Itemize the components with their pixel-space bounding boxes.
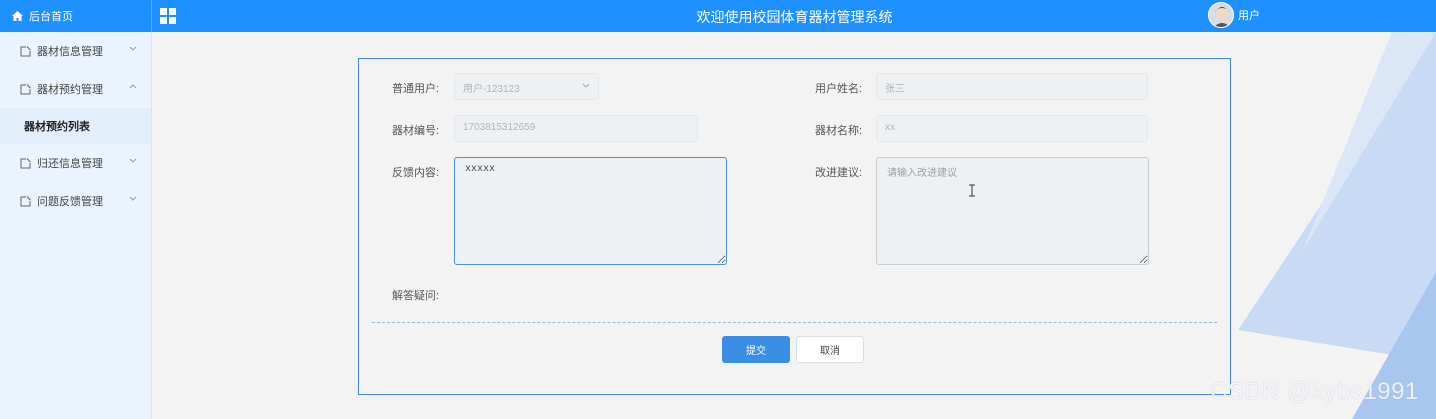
grid-menu-icon[interactable]	[160, 8, 176, 24]
edit-icon	[20, 83, 31, 94]
avatar[interactable]	[1208, 2, 1234, 28]
edit-icon	[20, 45, 31, 56]
sidebar-item-label: 器材信息管理	[37, 46, 103, 58]
user-menu[interactable]: 用户	[1208, 2, 1260, 28]
user-label: 用户	[1238, 10, 1260, 22]
user-select[interactable]: 用户-123123	[454, 73, 599, 100]
edit-icon	[20, 157, 31, 168]
sidebar-item-label: 问题反馈管理	[37, 196, 103, 208]
sidebar-item-reservation-list[interactable]: 器材预约列表	[0, 108, 151, 144]
sidebar-item-reservation[interactable]: 器材预约管理	[0, 70, 151, 108]
name-field-value: 张三	[885, 84, 905, 95]
sidebar-item-label: 器材预约管理	[37, 84, 103, 96]
equip-name-field[interactable]: xx	[876, 115, 1148, 142]
submit-button[interactable]: 提交	[722, 336, 790, 363]
background-decoration	[1238, 32, 1436, 419]
sidebar-item-label: 器材预约列表	[24, 121, 90, 133]
code-field[interactable]: 1703815312659	[454, 115, 698, 142]
brand-label: 后台首页	[29, 11, 73, 23]
suggest-field-label: 改进建议:	[815, 167, 863, 179]
home-icon	[12, 11, 23, 21]
user-select-value: 用户-123123	[463, 84, 520, 95]
answer-field-label: 解答疑问:	[392, 290, 440, 302]
watermark: CSDN @kybs1991	[1210, 378, 1419, 405]
sidebar-item-label: 归还信息管理	[37, 158, 103, 170]
cancel-button[interactable]: 取消	[796, 336, 864, 363]
name-field[interactable]: 张三	[876, 73, 1148, 100]
sidebar-item-equipment-info[interactable]: 器材信息管理	[0, 32, 151, 70]
form-divider	[372, 322, 1217, 323]
suggestion-textarea[interactable]	[876, 157, 1149, 265]
equip-field-label: 器材名称:	[815, 125, 863, 137]
name-field-label: 用户姓名:	[815, 83, 863, 95]
home-link[interactable]: 后台首页	[0, 0, 152, 32]
feedback-field-label: 反馈内容:	[392, 167, 440, 179]
feedback-form: 普通用户: 用户-123123 用户姓名: 张三 器材编号: 170381531…	[358, 58, 1231, 395]
code-field-label: 器材编号:	[392, 125, 440, 137]
edit-icon	[20, 195, 31, 206]
code-field-value: 1703815312659	[463, 122, 536, 133]
user-field-label: 普通用户:	[392, 83, 440, 95]
sidebar-item-return-info[interactable]: 归还信息管理	[0, 144, 151, 182]
sidebar: 器材信息管理 器材预约管理 器材预约列表 归还信息管理 问题反馈管理	[0, 32, 152, 419]
feedback-textarea[interactable]: xxxxx	[454, 157, 727, 265]
sidebar-item-feedback[interactable]: 问题反馈管理	[0, 182, 151, 220]
chevron-down-icon	[129, 46, 137, 51]
equip-name-value: xx	[885, 122, 895, 133]
text-cursor-icon	[969, 184, 975, 197]
chevron-down-icon	[582, 83, 590, 88]
chevron-down-icon	[129, 158, 137, 163]
chevron-up-icon	[129, 84, 137, 89]
chevron-down-icon	[129, 196, 137, 201]
